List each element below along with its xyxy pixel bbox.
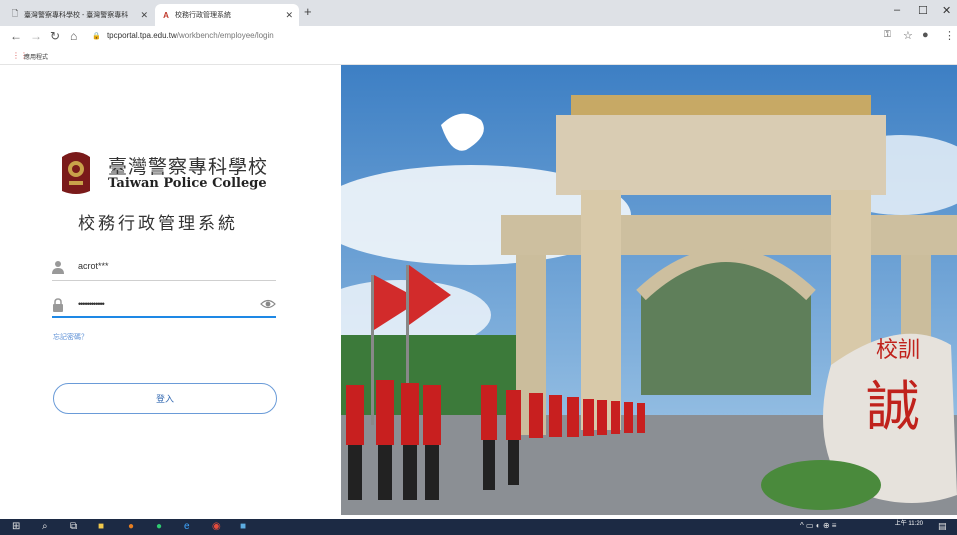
profile-icon[interactable]: ● [922, 29, 929, 41]
menu-dots-icon[interactable]: ⋮ [944, 29, 955, 42]
windows-start-icon[interactable]: ⊞ [12, 521, 20, 532]
url-path: /workbench/employee/login [176, 31, 274, 40]
notification-icon[interactable]: ▤ [938, 521, 947, 532]
police-college-logo-icon [62, 152, 90, 194]
maximize-button[interactable]: ☐ [918, 4, 928, 17]
search-icon[interactable]: ⌕ [42, 521, 48, 532]
tab-admin-system[interactable]: A 校務行政管理系統 ✕ [155, 4, 299, 26]
system-tray-icons[interactable]: ^ ▭ ◐ ⊕ ≡ [800, 521, 836, 530]
username-field[interactable] [52, 256, 276, 281]
close-tab-icon[interactable]: ✕ [285, 10, 293, 21]
minimize-button[interactable]: – [894, 4, 900, 16]
school-name-chinese: 臺灣警察專科學校 [108, 156, 269, 178]
url-field[interactable]: 🔒 tpcportal.tpa.edu.tw/workbench/employe… [92, 31, 274, 40]
edge-icon[interactable]: e [184, 521, 190, 532]
system-title: 校務行政管理系統 [78, 214, 238, 234]
campus-gate-hero-image: 校訓 誠 [341, 65, 957, 515]
url-host: tpcportal.tpa.edu.tw [106, 31, 177, 40]
key-icon[interactable]: ⚿ [884, 29, 891, 40]
tab-title: 校務行政管理系統 [175, 12, 231, 19]
back-arrow-icon[interactable]: ← [10, 29, 22, 43]
page-icon: 🗋 [11, 9, 19, 18]
password-field[interactable] [52, 294, 276, 318]
reload-icon[interactable]: ↻ [50, 29, 60, 43]
browser-tab-bar: 🗋 臺灣警察專科學校 - 臺灣警察專科 ✕ A 校務行政管理系統 ✕ + – ☐… [0, 0, 957, 26]
windows-taskbar: ⊞ ⌕ ⧉ ■ ● ● e ◉ ■ ^ ▭ ◐ ⊕ ≡ 上午 11:20 ▤ [0, 519, 957, 535]
site-favicon-icon: A [163, 10, 169, 20]
lock-icon [53, 298, 63, 312]
password-input[interactable] [78, 296, 248, 312]
close-window-button[interactable]: ✕ [942, 4, 951, 17]
file-explorer-icon[interactable]: ■ [98, 521, 104, 532]
close-tab-icon[interactable]: ✕ [140, 10, 148, 21]
new-tab-button[interactable]: + [304, 4, 312, 19]
eye-icon[interactable] [260, 298, 276, 310]
address-bar: ← → ↻ ⌂ 🔒 tpcportal.tpa.edu.tw/workbench… [0, 26, 957, 48]
user-icon [52, 261, 64, 274]
home-icon[interactable]: ⌂ [70, 29, 77, 43]
clock[interactable]: 上午 11:20 [895, 521, 923, 527]
stone-motto-small: 校訓 [876, 338, 920, 363]
stone-motto-large: 誠 [866, 375, 920, 438]
app-icon[interactable]: ● [156, 521, 162, 532]
login-button[interactable]: 登入 [53, 383, 277, 414]
star-icon[interactable]: ☆ [903, 29, 913, 42]
tab-police-college[interactable]: 🗋 臺灣警察專科學校 - 臺灣警察專科 ✕ [4, 4, 154, 26]
tab-title: 臺灣警察專科學校 - 臺灣警察專科 [24, 12, 129, 19]
lock-icon: 🔒 [92, 33, 101, 40]
hero-illustration: 校訓 誠 [341, 65, 957, 515]
forgot-password-link[interactable]: 忘記密碼？ [53, 332, 88, 342]
word-icon[interactable]: ■ [240, 521, 246, 532]
chrome-icon[interactable]: ◉ [212, 521, 221, 532]
bookmark-apps[interactable]: 應用程式 [24, 52, 48, 61]
bookmarks-bar: ⋮⋮ 應用程式 [0, 48, 957, 65]
task-view-icon[interactable]: ⧉ [70, 521, 77, 532]
forward-arrow-icon[interactable]: → [30, 29, 42, 43]
username-input[interactable] [78, 258, 248, 274]
school-name-english: Taiwan Police College [108, 176, 267, 191]
firefox-icon[interactable]: ● [128, 521, 134, 532]
